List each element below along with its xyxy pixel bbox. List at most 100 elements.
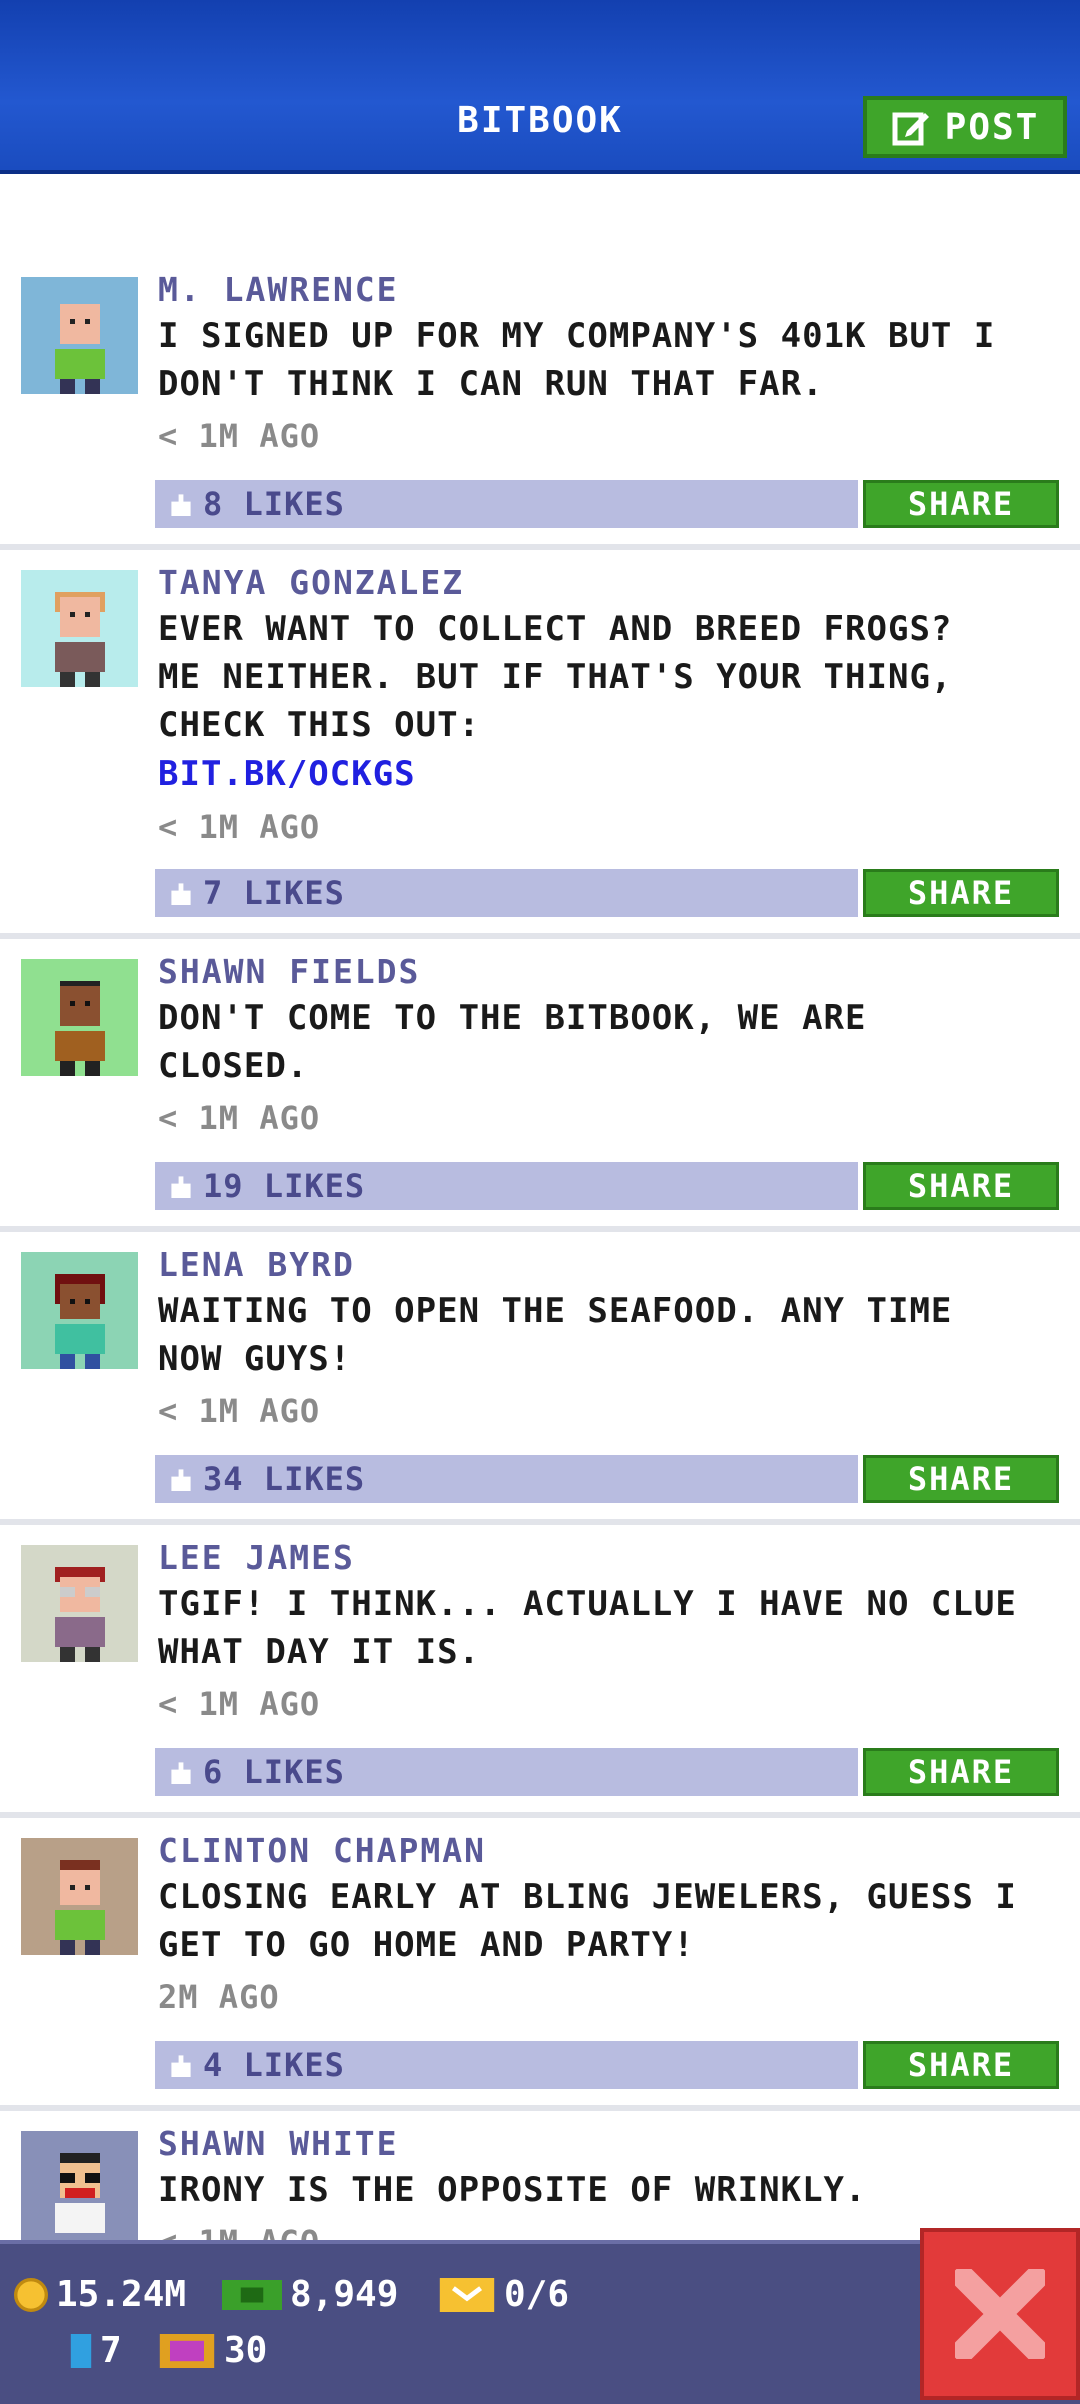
likes-bar[interactable]: 19 LIKES [155, 1162, 858, 1210]
post-line: TGIF! I THINK... ACTUALLY I HAVE NO CLUE [158, 1584, 1017, 1624]
post-button-label: POST [944, 106, 1040, 148]
post-divider [0, 2105, 1080, 2111]
person-avatar-icon [54, 592, 105, 687]
post-message: IRONY IS THE OPPOSITE OF WRINKLY. [158, 2166, 1063, 2214]
post-message: WAITING TO OPEN THE SEAFOOD. ANY TIME NO… [158, 1287, 1063, 1383]
likes-count: 6 LIKES [203, 1753, 345, 1791]
post-time: < 1M AGO [158, 1685, 321, 1723]
app-header: BITBOOK POST [0, 0, 1080, 174]
share-button[interactable]: SHARE [863, 480, 1059, 528]
post-time: 2M AGO [158, 1978, 280, 2016]
post-divider [0, 1812, 1080, 1818]
avatar [21, 2131, 138, 2240]
post-line: DON'T THINK I CAN RUN THAT FAR. [158, 364, 824, 404]
post-line: IRONY IS THE OPPOSITE OF WRINKLY. [158, 2170, 867, 2210]
coins-stat: 15.24M [14, 2274, 186, 2315]
person-avatar-icon [54, 981, 105, 1076]
person-avatar-icon [54, 1274, 105, 1369]
vip-ticket-icon [159, 2333, 215, 2368]
thumbs-up-icon [171, 883, 191, 905]
person-avatar-icon [54, 1567, 105, 1662]
compose-icon [892, 112, 929, 146]
likes-bar[interactable]: 4 LIKES [155, 2041, 858, 2089]
post-author[interactable]: LENA BYRD [158, 1245, 355, 1284]
likes-count: 4 LIKES [203, 2046, 345, 2084]
share-button[interactable]: SHARE [863, 2041, 1059, 2089]
likes-bar[interactable]: 6 LIKES [155, 1748, 858, 1796]
bits-value: 7 [100, 2330, 122, 2371]
status-bar: 15.24M 8,949 0/6 7 30 [0, 2240, 1080, 2404]
post-time: < 1M AGO [158, 808, 321, 846]
close-button[interactable] [920, 2228, 1080, 2400]
close-icon [955, 2269, 1045, 2359]
post-time: < 1M AGO [158, 417, 321, 455]
avatar [21, 570, 138, 687]
likes-count: 34 LIKES [203, 1460, 366, 1498]
post-author[interactable]: CLINTON CHAPMAN [158, 1831, 486, 1870]
bit-icon [70, 2333, 92, 2368]
vip-value: 30 [224, 2330, 268, 2371]
post-line: WAITING TO OPEN THE SEAFOOD. ANY TIME [158, 1291, 953, 1331]
likes-bar[interactable]: 34 LIKES [155, 1455, 858, 1503]
post-time: < 1M AGO [158, 2223, 320, 2240]
post-line: WHAT DAY IT IS. [158, 1632, 481, 1672]
thumbs-up-icon [171, 2055, 191, 2077]
coins-value: 15.24M [56, 2274, 187, 2315]
post-message: DON'T COME TO THE BITBOOK, WE ARE CLOSED… [158, 994, 1063, 1090]
person-avatar-icon [54, 2153, 105, 2233]
post-line: DON'T COME TO THE BITBOOK, WE ARE [158, 998, 867, 1038]
bits-stat: 7 [70, 2330, 122, 2371]
post-author[interactable]: SHAWN WHITE [158, 2124, 399, 2163]
bux-icon [222, 2279, 282, 2310]
post-message: CLOSING EARLY AT BLING JEWELERS, GUESS I… [158, 1873, 1063, 1969]
bux-value: 8,949 [290, 2274, 399, 2315]
tickets-value: 0/6 [504, 2274, 570, 2315]
likes-count: 19 LIKES [203, 1167, 366, 1205]
post-divider [0, 544, 1080, 550]
share-button[interactable]: SHARE [863, 1748, 1059, 1796]
share-button[interactable]: SHARE [863, 1455, 1059, 1503]
post-line: ME NEITHER. BUT IF THAT'S YOUR THING, [158, 657, 953, 697]
likes-count: 8 LIKES [203, 485, 345, 523]
avatar [21, 959, 138, 1076]
person-avatar-icon [54, 1860, 105, 1955]
avatar [21, 277, 138, 394]
vip-stat: 30 [158, 2330, 267, 2371]
post-message: EVER WANT TO COLLECT AND BREED FROGS? ME… [158, 605, 1063, 749]
post-author[interactable]: TANYA GONZALEZ [158, 563, 464, 602]
post-line: EVER WANT TO COLLECT AND BREED FROGS? [158, 609, 953, 649]
thumbs-up-icon [171, 1762, 191, 1784]
share-button[interactable]: SHARE [863, 869, 1059, 917]
post-divider [0, 1226, 1080, 1232]
post-line: NOW GUYS! [158, 1339, 352, 1379]
bitbook-feed[interactable]: M. LAWRENCE I SIGNED UP FOR MY COMPANY'S… [0, 170, 1080, 2240]
post-button[interactable]: POST [863, 96, 1067, 158]
share-button[interactable]: SHARE [863, 1162, 1059, 1210]
avatar [21, 1252, 138, 1369]
avatar [21, 1545, 138, 1662]
bux-stat: 8,949 [222, 2274, 398, 2315]
post-time: < 1M AGO [158, 1392, 321, 1430]
post-author[interactable]: LEE JAMES [158, 1538, 355, 1577]
post-line: I SIGNED UP FOR MY COMPANY'S 401K BUT I [158, 316, 996, 356]
thumbs-up-icon [171, 494, 191, 516]
post-link[interactable]: BIT.BK/OCKGS [158, 754, 416, 794]
post-message: I SIGNED UP FOR MY COMPANY'S 401K BUT I … [158, 312, 1063, 408]
post-time: < 1M AGO [158, 1099, 321, 1137]
person-avatar-icon [54, 304, 105, 394]
post-line: CHECK THIS OUT: [158, 705, 481, 745]
likes-bar[interactable]: 8 LIKES [155, 480, 858, 528]
post-line: CLOSING EARLY AT BLING JEWELERS, GUESS I [158, 1877, 1017, 1917]
thumbs-up-icon [171, 1176, 191, 1198]
post-message: TGIF! I THINK... ACTUALLY I HAVE NO CLUE… [158, 1580, 1063, 1676]
post-divider [0, 933, 1080, 939]
post-divider [0, 1519, 1080, 1525]
post-line: CLOSED. [158, 1046, 309, 1086]
ticket-icon [439, 2277, 495, 2312]
post-line: GET TO GO HOME AND PARTY! [158, 1925, 695, 1965]
post-author[interactable]: SHAWN FIELDS [158, 952, 420, 991]
post-author[interactable]: M. LAWRENCE [158, 270, 399, 309]
likes-count: 7 LIKES [203, 874, 345, 912]
coin-icon [14, 2277, 48, 2312]
likes-bar[interactable]: 7 LIKES [155, 869, 858, 917]
